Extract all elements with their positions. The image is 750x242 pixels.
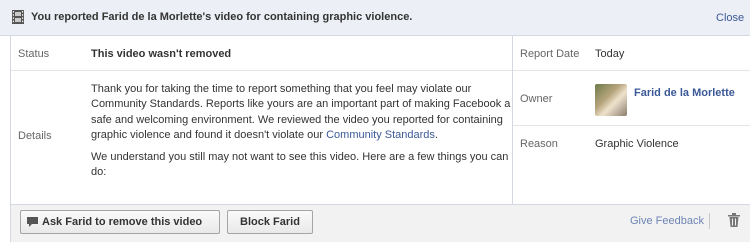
community-standards-link[interactable]: Community Standards — [326, 129, 435, 141]
owner-avatar[interactable] — [595, 84, 627, 116]
status-row: Status This video wasn't removed — [11, 36, 512, 71]
reason-row: Reason Graphic Violence — [513, 126, 750, 161]
close-link[interactable]: Close — [716, 12, 750, 24]
report-main-table: Status This video wasn't removed Details… — [11, 36, 512, 204]
details-text: Thank you for taking the time to report … — [91, 82, 511, 188]
status-label: Status — [18, 48, 50, 60]
speech-bubble-icon — [27, 217, 38, 227]
details-p1-period: . — [434, 128, 438, 141]
footer-divider — [709, 213, 710, 229]
ask-owner-remove-button[interactable]: Ask Farid to remove this video — [20, 210, 220, 234]
header-title: You reported Farid de la Morlette's vide… — [31, 11, 413, 23]
report-date-row: Report Date Today — [513, 36, 750, 71]
report-footer: Ask Farid to remove this video Block Far… — [10, 204, 750, 242]
details-label: Details — [18, 130, 52, 142]
reason-label: Reason — [520, 138, 558, 150]
trash-icon[interactable] — [728, 213, 740, 227]
owner-name-link[interactable]: Farid de la Morlette — [634, 86, 744, 100]
owner-row: Owner Farid de la Morlette — [513, 71, 750, 126]
block-owner-button[interactable]: Block Farid — [227, 210, 313, 234]
details-paragraph-2: We understand you still may not want to … — [91, 151, 509, 179]
owner-label: Owner — [520, 93, 553, 105]
film-icon — [12, 10, 24, 24]
block-owner-label: Block Farid — [240, 216, 300, 228]
report-header: You reported Farid de la Morlette's vide… — [0, 0, 750, 36]
reason-value: Graphic Violence — [595, 138, 679, 150]
status-value: This video wasn't removed — [91, 48, 232, 60]
details-paragraph-1: Thank you for taking the time to report … — [91, 82, 511, 143]
details-p1-text: Thank you for taking the time to report … — [91, 83, 511, 141]
report-date-label: Report Date — [520, 48, 580, 60]
report-date-value: Today — [595, 48, 625, 60]
give-feedback-link[interactable]: Give Feedback — [630, 215, 704, 227]
report-content: Status This video wasn't removed Details… — [10, 36, 750, 204]
report-side-table: Report Date Today Owner Farid de la Morl… — [512, 36, 750, 204]
ask-owner-remove-label: Ask Farid to remove this video — [42, 216, 203, 228]
